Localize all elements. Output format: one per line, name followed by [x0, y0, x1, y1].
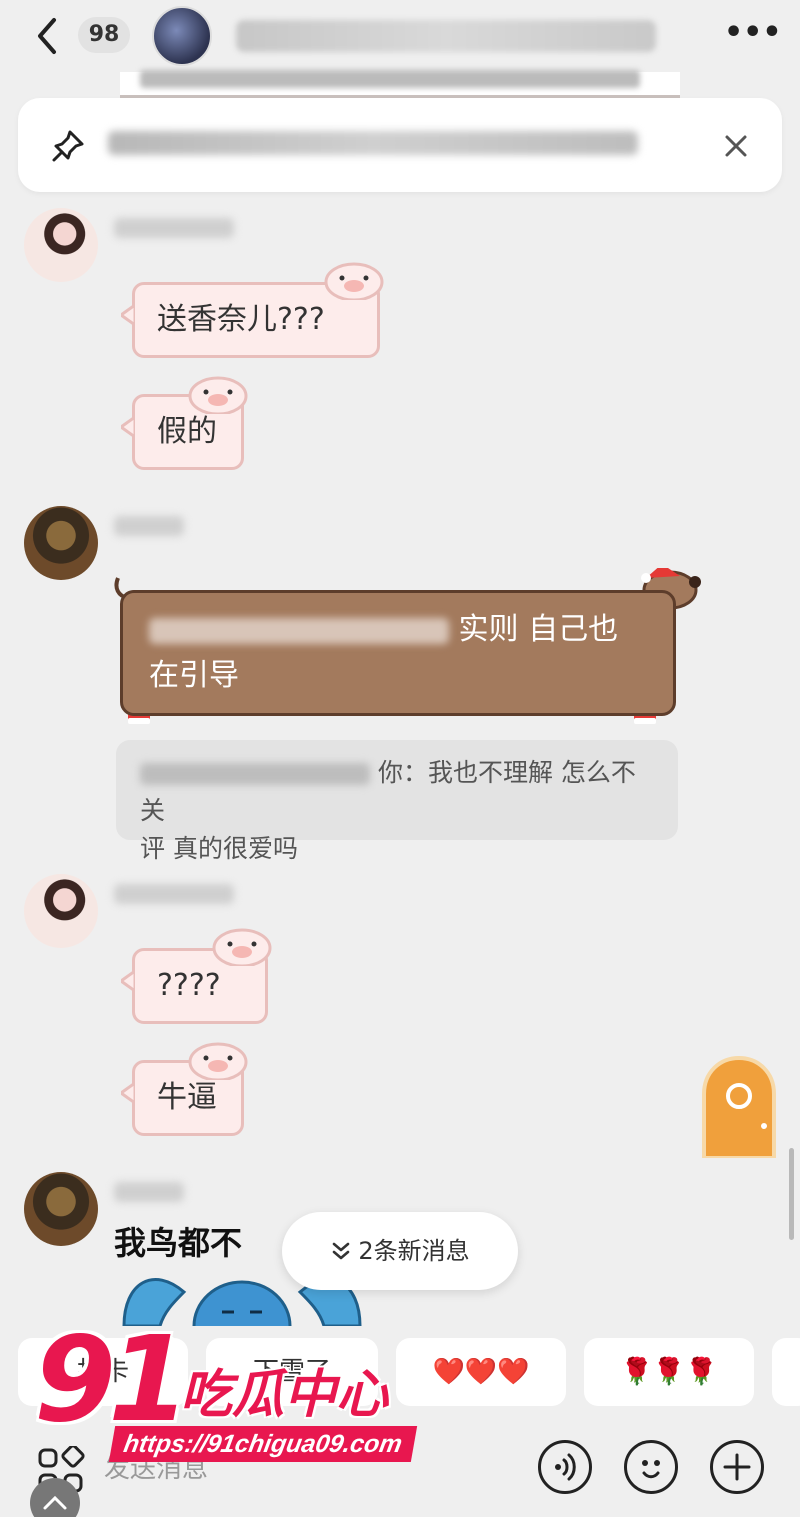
chevron-left-icon — [38, 18, 56, 54]
group-avatar[interactable] — [152, 6, 212, 66]
close-icon[interactable] — [718, 128, 754, 164]
quick-reply-label: ❤️❤️❤️ — [432, 1357, 530, 1387]
more-options-button[interactable]: ••• — [724, 18, 782, 54]
chevron-up-icon — [43, 1495, 67, 1510]
pin-icon — [52, 130, 84, 162]
message-text: ???? — [157, 968, 221, 1003]
message-input[interactable] — [104, 1436, 524, 1500]
bubble-tail — [121, 305, 135, 325]
message-text: 牛逼 — [157, 1080, 217, 1115]
message-text: 假的 — [157, 414, 217, 449]
quick-reply-chip[interactable]: 打卡 — [18, 1338, 188, 1406]
smiley-icon — [642, 1460, 660, 1479]
pinned-message-bar[interactable] — [18, 98, 782, 192]
bubble-tail — [121, 417, 135, 437]
unread-count-badge[interactable]: 98 — [78, 17, 130, 53]
bubble-tail — [121, 971, 135, 991]
sender-name-redacted — [114, 1182, 184, 1202]
group-title-redacted[interactable] — [236, 20, 656, 52]
sender-avatar[interactable] — [24, 506, 98, 580]
sound-wave-icon — [555, 1453, 576, 1481]
quick-reply-chip[interactable]: ❤️❤️❤️ — [396, 1338, 566, 1406]
quick-reply-label: 打卡 — [76, 1357, 129, 1387]
message-input-bar — [0, 1418, 800, 1517]
sender-name-redacted — [114, 516, 184, 536]
voice-button[interactable] — [538, 1440, 592, 1494]
sticker-caption: 我鸟都不 — [114, 1224, 243, 1262]
quick-reply-row: 打卡 下雪了 ❤️❤️❤️ 🌹🌹🌹 — [0, 1338, 800, 1408]
pinned-message-text-redacted — [108, 131, 638, 155]
quick-reply-chip-partial[interactable] — [772, 1338, 800, 1406]
sender-avatar[interactable] — [24, 1172, 98, 1246]
pig-sticker-icon — [188, 1042, 248, 1080]
chat-header: 98 ••• — [0, 0, 800, 78]
quick-reply-chip[interactable]: 下雪了 — [206, 1338, 378, 1406]
bubble-tail — [121, 1083, 135, 1103]
scrollbar-thumb[interactable] — [789, 1148, 794, 1240]
collapse-button[interactable] — [30, 1478, 80, 1517]
back-button[interactable] — [28, 14, 68, 58]
pig-sticker-icon — [324, 262, 384, 300]
plus-icon — [723, 1453, 751, 1481]
pig-sticker-icon — [212, 928, 272, 966]
message-peek-text-redacted — [140, 70, 640, 88]
quick-reply-chip[interactable]: 🌹🌹🌹 — [584, 1338, 754, 1406]
quick-reply-label: 下雪了 — [252, 1357, 331, 1387]
sender-avatar[interactable] — [24, 208, 98, 282]
door-icon[interactable] — [700, 1054, 778, 1158]
emoji-button[interactable] — [624, 1440, 678, 1494]
message-text-line2: 在引导 — [149, 658, 239, 693]
message-bubble[interactable]: 实则 自己也 在引导 — [120, 590, 676, 716]
quoted-sender-redacted — [140, 763, 370, 785]
quick-reply-label: 🌹🌹🌹 — [620, 1357, 718, 1387]
add-button[interactable] — [710, 1440, 764, 1494]
mention-redacted — [149, 617, 449, 644]
pig-sticker-icon — [188, 376, 248, 414]
message-text: 实则 自己也 — [458, 612, 619, 647]
double-chevron-down-icon — [333, 1242, 350, 1260]
new-messages-button[interactable]: 2条新消息 — [282, 1212, 518, 1290]
sender-avatar[interactable] — [24, 874, 98, 948]
sender-name-redacted — [114, 884, 234, 904]
quoted-text-line2: 评 真的很爱吗 — [140, 834, 298, 863]
quoted-reply[interactable]: 你：我也不理解 怎么不关 评 真的很爱吗 — [116, 740, 678, 863]
message-text: 送香奈儿??? — [157, 302, 325, 337]
new-messages-label: 2条新消息 — [358, 1237, 470, 1265]
sender-name-redacted — [114, 218, 234, 238]
